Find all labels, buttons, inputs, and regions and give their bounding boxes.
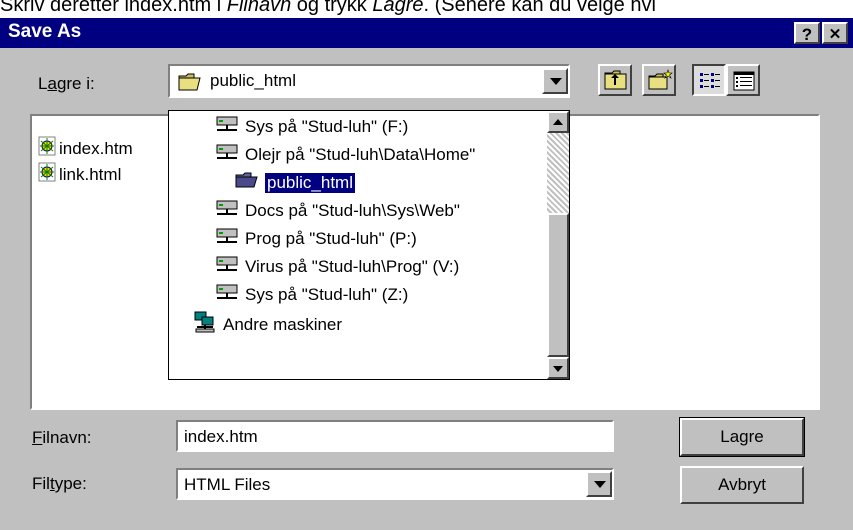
dropdown-item-label: Virus på "Stud-luh\Prog" (V:) — [245, 256, 460, 276]
scroll-up-button[interactable] — [547, 111, 569, 133]
dropdown-item-label: Docs på "Stud-luh\Sys\Web" — [245, 200, 460, 220]
arrow-down-icon — [553, 366, 563, 372]
save-in-value: public_html — [210, 71, 296, 90]
network-neighborhood-icon — [193, 311, 217, 338]
help-button[interactable]: ? — [794, 22, 820, 44]
chevron-down-icon — [594, 481, 606, 488]
network-drive-icon — [215, 283, 239, 306]
instruction-emphasis: Lagre — [372, 0, 424, 16]
dropdown-item-label: Olejr på "Stud-luh\Data\Home" — [245, 144, 476, 164]
dropdown-scrollbar[interactable] — [547, 111, 569, 379]
save-as-dialog: Save As ? ✕ Lagre i: public_html index.h… — [0, 18, 853, 530]
dropdown-item-andre-maskiner[interactable]: Andre maskiner — [193, 311, 342, 338]
cancel-button[interactable]: Avbryt — [680, 466, 804, 504]
details-view-button[interactable] — [726, 64, 760, 96]
network-drive-icon — [215, 199, 239, 222]
instruction-text: Skriv deretter index.htm i Filnavn og tr… — [0, 0, 853, 18]
scroll-track[interactable] — [547, 133, 569, 213]
file-name: index.htm — [59, 138, 133, 158]
dropdown-item-label: Sys på "Stud-luh" (Z:) — [245, 284, 409, 304]
dropdown-item-prog[interactable]: Prog på "Stud-luh" (P:) — [215, 227, 417, 250]
filetype-value: HTML Files — [184, 475, 271, 494]
dropdown-item-docs[interactable]: Docs på "Stud-luh\Sys\Web" — [215, 199, 460, 222]
open-folder-icon — [178, 72, 202, 97]
filetype-dropdown-button[interactable] — [586, 471, 612, 497]
close-button[interactable]: ✕ — [822, 22, 848, 44]
filename-value: index.htm — [184, 427, 258, 446]
details-view-icon — [733, 71, 755, 96]
scroll-thumb[interactable] — [547, 213, 569, 357]
open-folder-icon — [235, 171, 259, 194]
new-folder-icon — [648, 69, 674, 96]
filetype-label-part: Fil — [32, 474, 50, 493]
save-in-label-part: gre i: — [56, 74, 95, 93]
save-in-label: Lagre i: — [38, 74, 95, 94]
up-folder-icon — [604, 69, 628, 96]
dropdown-item-label: Andre maskiner — [223, 314, 343, 334]
filename-label-part: ilnavn: — [42, 428, 92, 447]
dropdown-item-olejr[interactable]: Olejr på "Stud-luh\Data\Home" — [215, 143, 475, 166]
dropdown-item-label: public_html — [264, 171, 356, 194]
chevron-down-icon — [550, 78, 562, 85]
list-view-button[interactable] — [692, 64, 726, 96]
web-document-icon — [38, 136, 56, 161]
web-document-icon — [38, 162, 56, 187]
save-in-dropdown-button[interactable] — [542, 68, 568, 94]
up-one-level-button[interactable] — [598, 64, 632, 96]
dropdown-item-label: Sys på "Stud-luh" (F:) — [245, 116, 409, 136]
network-drive-icon — [215, 255, 239, 278]
title-bar[interactable]: Save As ? ✕ — [0, 18, 853, 48]
list-item[interactable]: link.html — [38, 162, 121, 187]
dropdown-item-sys-f[interactable]: Sys på "Stud-luh" (F:) — [215, 115, 408, 138]
filetype-label: Filtype: — [32, 474, 87, 494]
instruction-part: og trykk — [291, 0, 373, 16]
network-drive-icon — [215, 143, 239, 166]
scroll-down-button[interactable] — [547, 357, 569, 379]
filename-label-accel: F — [32, 428, 43, 447]
dialog-title: Save As — [8, 21, 82, 42]
network-drive-icon — [215, 115, 239, 138]
filetype-select[interactable]: HTML Files — [176, 468, 614, 500]
instruction-part: . (Senere kan du velge hvi — [423, 0, 656, 16]
dropdown-item-label: Prog på "Stud-luh" (P:) — [245, 228, 417, 248]
dropdown-item-public-html[interactable]: public_html — [235, 171, 356, 194]
arrow-up-icon — [553, 119, 563, 125]
new-folder-button[interactable] — [642, 64, 676, 96]
save-in-label-accel: a — [47, 74, 57, 93]
save-in-combo[interactable]: public_html — [168, 64, 570, 98]
save-in-dropdown-list[interactable]: Sys på "Stud-luh" (F:) Olejr på "Stud-lu… — [168, 110, 570, 380]
network-drive-icon — [215, 227, 239, 250]
filetype-label-part: ype: — [54, 474, 87, 493]
instruction-part: Skriv deretter index.htm i — [0, 0, 227, 16]
list-view-icon — [699, 71, 721, 96]
filename-label: Filnavn: — [32, 428, 92, 448]
dropdown-item-sys-z[interactable]: Sys på "Stud-luh" (Z:) — [215, 283, 408, 306]
file-name: link.html — [59, 164, 122, 184]
save-button[interactable]: Lagre — [679, 417, 805, 457]
list-item[interactable]: index.htm — [38, 136, 133, 161]
instruction-emphasis: Filnavn — [226, 0, 292, 16]
dropdown-item-virus[interactable]: Virus på "Stud-luh\Prog" (V:) — [215, 255, 459, 278]
filename-input[interactable]: index.htm — [176, 420, 614, 452]
